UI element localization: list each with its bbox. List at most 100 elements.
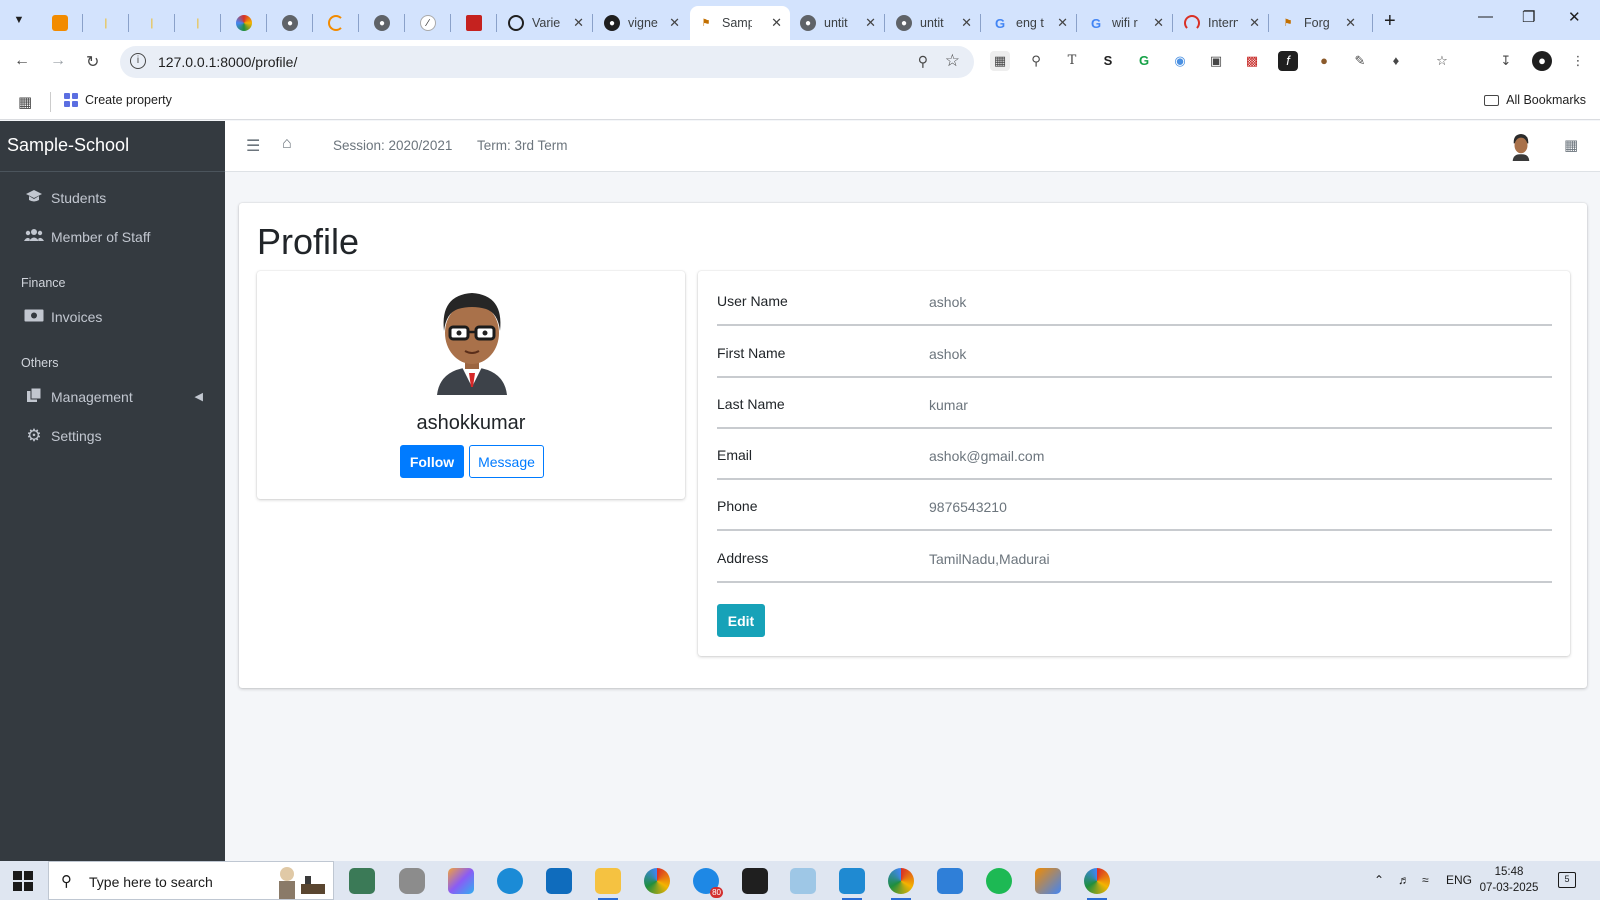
browser-tab-wifi[interactable]: G wifi r ✕ xyxy=(1080,6,1172,40)
close-tab-icon[interactable]: ✕ xyxy=(1249,15,1260,31)
home-icon[interactable]: ⌂ xyxy=(282,135,292,153)
browser-tab-eng[interactable]: G eng t ✕ xyxy=(984,6,1076,40)
browser-tab[interactable]: ❘ xyxy=(182,6,220,40)
clock[interactable]: 15:48 07-03-2025 xyxy=(1474,864,1544,896)
reading-list-star-icon[interactable]: ☆ xyxy=(1432,51,1452,71)
session-label[interactable]: Session: 2020/2021 xyxy=(333,138,452,153)
browser-tab[interactable]: ● xyxy=(366,6,404,40)
spotify-icon[interactable] xyxy=(986,868,1012,894)
terminal-icon[interactable] xyxy=(742,868,768,894)
all-bookmarks-button[interactable]: All Bookmarks xyxy=(1484,93,1586,107)
vscode-icon[interactable] xyxy=(839,868,865,900)
profile-avatar-icon[interactable]: ● xyxy=(1532,51,1552,71)
language-indicator[interactable]: ENG xyxy=(1446,873,1472,887)
browser-tab[interactable]: ❘ xyxy=(136,6,174,40)
reload-icon[interactable]: ↻ xyxy=(86,52,99,72)
browser-tab[interactable] xyxy=(44,6,82,40)
s-extension-icon[interactable]: S xyxy=(1098,51,1118,71)
browser-tab[interactable]: ❘ xyxy=(90,6,128,40)
close-tab-icon[interactable]: ✕ xyxy=(771,15,782,31)
outlook-icon[interactable] xyxy=(546,868,572,894)
follow-button[interactable]: Follow xyxy=(400,445,464,478)
back-arrow-icon[interactable]: ← xyxy=(14,52,30,70)
browser-tab-internet[interactable]: Intern ✕ xyxy=(1176,6,1268,40)
mail-icon[interactable]: 80 xyxy=(693,868,723,898)
chrome-profile-2-icon[interactable] xyxy=(1084,868,1110,900)
brand-link[interactable]: Sample-School xyxy=(0,121,225,172)
close-tab-icon[interactable]: ✕ xyxy=(961,15,972,31)
search-extension-icon[interactable]: ⚲ xyxy=(1026,51,1046,71)
cookie-extension-icon[interactable]: ● xyxy=(1314,51,1334,71)
game-bar-icon[interactable] xyxy=(349,868,375,894)
site-info-icon[interactable]: i xyxy=(130,53,146,69)
control-sidebar-grid-icon[interactable]: ▦ xyxy=(1564,136,1578,154)
sidebar-item-invoices[interactable]: Invoices xyxy=(0,297,225,336)
chrome-profile-icon[interactable] xyxy=(888,868,914,900)
database-icon[interactable] xyxy=(399,868,425,894)
show-hidden-icons-chevron-icon[interactable]: ⌃ xyxy=(1374,873,1384,887)
calendar-extension-icon[interactable]: ▩ xyxy=(1242,51,1262,71)
browser-tab[interactable] xyxy=(228,6,266,40)
close-tab-icon[interactable]: ✕ xyxy=(669,15,680,31)
close-tab-icon[interactable]: ✕ xyxy=(1345,15,1356,31)
bookmark-create-property[interactable]: Create property xyxy=(64,93,172,107)
new-tab-plus-icon[interactable]: + xyxy=(1384,10,1396,33)
browser-tab-untitled[interactable]: ● untit ✕ xyxy=(888,6,980,40)
browser-tab-vigne[interactable]: ● vigne ✕ xyxy=(596,6,688,40)
hamburger-menu-icon[interactable]: ☰ xyxy=(246,136,260,156)
tab-search-chevron-icon[interactable]: ▼ xyxy=(6,8,32,32)
edge-icon[interactable] xyxy=(497,868,523,894)
close-tab-icon[interactable]: ✕ xyxy=(573,15,584,31)
browser-tab-forgot[interactable]: ⚑ Forg ✕ xyxy=(1272,6,1364,40)
browser-tab-untitled[interactable]: ● untit ✕ xyxy=(792,6,884,40)
extensions-puzzle-icon[interactable]: ♦ xyxy=(1386,51,1406,71)
extension-puzzle-grey-icon[interactable]: ▦ xyxy=(990,51,1010,71)
eye-extension-icon[interactable]: ◉ xyxy=(1170,51,1190,71)
volume-icon[interactable]: ♬ xyxy=(1398,873,1410,887)
sidebar-item-students[interactable]: Students xyxy=(0,178,225,217)
copilot-icon[interactable] xyxy=(448,868,474,894)
wifi-icon[interactable]: ≈ xyxy=(1422,873,1429,887)
edit-button[interactable]: Edit xyxy=(717,604,765,637)
notepad-icon[interactable] xyxy=(790,868,816,894)
text-extension-icon[interactable]: T xyxy=(1062,51,1082,71)
taskbar-search-box[interactable]: ⚲ Type here to search xyxy=(48,861,334,900)
restore-window-icon[interactable]: ❐ xyxy=(1522,8,1535,26)
close-tab-icon[interactable]: ✕ xyxy=(1153,15,1164,31)
term-label[interactable]: Term: 3rd Term xyxy=(477,138,568,153)
close-tab-icon[interactable]: ✕ xyxy=(1057,15,1068,31)
minimize-window-icon[interactable]: — xyxy=(1478,8,1493,25)
sidebar-item-settings[interactable]: ⚙ Settings xyxy=(0,416,225,455)
browser-tab[interactable] xyxy=(458,6,496,40)
sidebar-item-member-of-staff[interactable]: Member of Staff xyxy=(0,217,225,256)
close-tab-icon[interactable]: ✕ xyxy=(865,15,876,31)
sidebar-item-management[interactable]: Management ◀ xyxy=(0,377,225,416)
grammarly-icon[interactable]: G xyxy=(1134,51,1154,71)
browser-tab-active-sample-school[interactable]: ⚑ Samp ✕ xyxy=(690,6,790,40)
image-extension-icon[interactable]: ▣ xyxy=(1206,51,1226,71)
message-button[interactable]: Message xyxy=(469,445,544,478)
notifications-icon[interactable]: 5 xyxy=(1558,872,1576,888)
zoom-magnifier-icon[interactable]: ⚲ xyxy=(918,53,928,70)
browser-tab[interactable]: ∕ xyxy=(412,6,450,40)
download-icon[interactable]: ↧ xyxy=(1496,51,1516,71)
chrome-menu-kebab-icon[interactable]: ⋮ xyxy=(1568,51,1588,71)
user-avatar-small[interactable] xyxy=(1508,133,1534,161)
windows-start-icon[interactable] xyxy=(13,871,33,891)
close-window-icon[interactable]: ✕ xyxy=(1568,8,1581,26)
address-bar[interactable]: i 127.0.0.1:8000/profile/ ⚲ ☆ xyxy=(120,46,974,78)
file-explorer-icon[interactable] xyxy=(595,868,621,900)
diamond-app-icon[interactable] xyxy=(1035,868,1061,894)
apps-grid-icon[interactable]: ▦ xyxy=(18,93,32,111)
browser-tab-varie[interactable]: Varie ✕ xyxy=(500,6,592,40)
photos-icon[interactable] xyxy=(937,868,963,894)
browser-tab[interactable]: ● xyxy=(274,6,312,40)
forward-arrow-icon[interactable]: → xyxy=(50,52,66,70)
browser-tab[interactable] xyxy=(320,6,358,40)
eyedropper-extension-icon[interactable]: ✎ xyxy=(1350,51,1370,71)
url-text[interactable]: 127.0.0.1:8000/profile/ xyxy=(158,54,297,70)
chrome-icon[interactable] xyxy=(644,868,670,894)
bookmark-star-icon[interactable]: ☆ xyxy=(945,51,960,71)
tab-title: Varie xyxy=(532,16,561,30)
font-extension-icon[interactable]: f xyxy=(1278,51,1298,71)
